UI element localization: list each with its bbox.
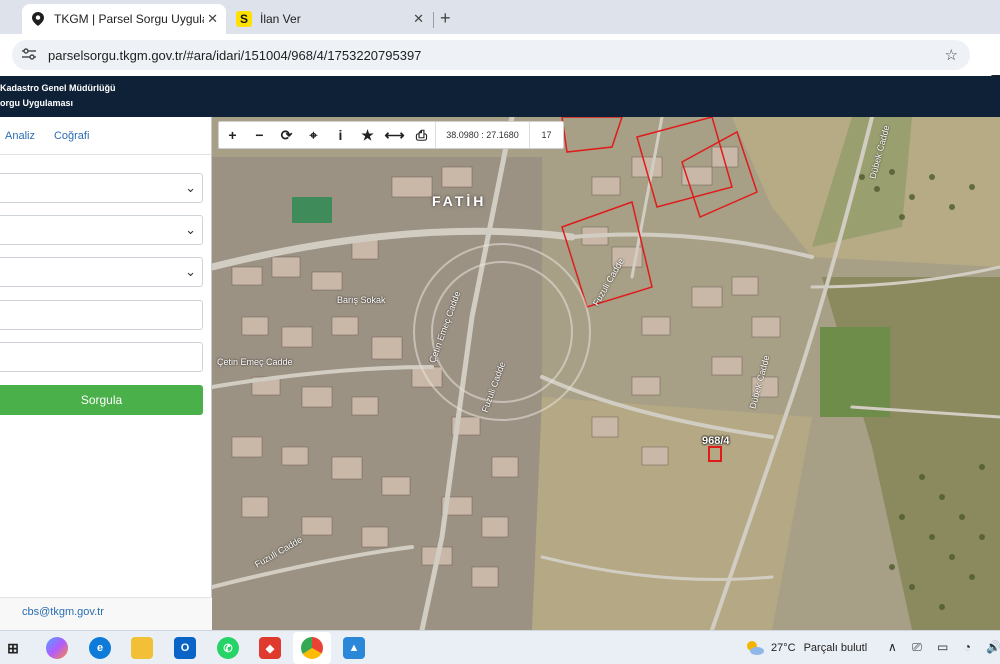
weather-text: Parçalı bulutl bbox=[803, 642, 868, 654]
address-bar-area: parselsorgu.tkgm.gov.tr/#ara/idari/15100… bbox=[0, 34, 1000, 99]
whatsapp-icon[interactable]: ✆ bbox=[217, 637, 239, 659]
satellite-map[interactable]: + − ⟳ ⌖ i ★ ⟷ ⎙ 38.0980 : 27.1680 17 FAT… bbox=[212, 117, 1000, 630]
site-settings-icon[interactable] bbox=[22, 47, 38, 63]
tab-analiz[interactable]: Analiz bbox=[5, 130, 35, 142]
sahibinden-s-icon: S bbox=[236, 11, 252, 27]
sidebar-footer: cbs@tkgm.gov.tr bbox=[0, 597, 212, 630]
browser-tab-bar: TKGM | Parsel Sorgu Uygulaması ✕ S İlan … bbox=[0, 0, 1000, 34]
measure-icon[interactable]: ⟷ bbox=[381, 122, 408, 148]
new-tab-button[interactable]: + bbox=[440, 8, 451, 29]
tab-ilan-ver[interactable]: S İlan Ver ✕ bbox=[228, 4, 432, 34]
header-title: Kadastro Genel Müdürlüğü bbox=[0, 83, 116, 93]
map-imagery bbox=[212, 117, 1000, 630]
copilot-icon[interactable] bbox=[46, 637, 68, 659]
refresh-icon[interactable]: ⟳ bbox=[273, 122, 300, 148]
locate-icon[interactable]: ⌖ bbox=[300, 122, 327, 148]
photos-icon[interactable]: ▲ bbox=[343, 637, 365, 659]
tab-separator bbox=[433, 12, 434, 28]
sidebar-tabs: Analiz Coğrafi bbox=[0, 117, 211, 155]
coordinate-readout: 38.0980 : 27.1680 bbox=[435, 122, 529, 148]
tab-tkgm[interactable]: TKGM | Parsel Sorgu Uygulaması ✕ bbox=[22, 4, 226, 34]
header-subtitle: orgu Uygulaması bbox=[0, 98, 74, 108]
chevron-down-icon: ⌄ bbox=[185, 264, 196, 279]
anydesk-icon[interactable]: ◆ bbox=[259, 637, 281, 659]
parcel-input[interactable] bbox=[0, 342, 203, 372]
close-icon[interactable]: ✕ bbox=[207, 11, 218, 27]
tab-title: İlan Ver bbox=[260, 12, 301, 26]
location-pin-icon bbox=[30, 11, 46, 27]
tab-cografi[interactable]: Coğrafi bbox=[54, 130, 89, 142]
chevron-down-icon: ⌄ bbox=[185, 222, 196, 237]
zoom-in-icon[interactable]: + bbox=[219, 122, 246, 148]
weather-widget[interactable]: 27°C Parçalı bulutl bbox=[745, 640, 867, 656]
sorgula-button[interactable]: Sorgula bbox=[0, 385, 203, 415]
bookmark-star-icon[interactable]: ☆ bbox=[945, 46, 958, 64]
zoom-out-icon[interactable]: − bbox=[246, 122, 273, 148]
outlook-icon[interactable]: O bbox=[174, 637, 196, 659]
chevron-down-icon: ⌄ bbox=[185, 180, 196, 195]
print-icon[interactable]: ⎙ bbox=[408, 122, 435, 148]
zoom-level-readout: 17 bbox=[529, 122, 563, 148]
omnibox[interactable]: parselsorgu.tkgm.gov.tr/#ara/idari/15100… bbox=[12, 40, 970, 70]
partly-cloudy-icon bbox=[747, 641, 764, 655]
close-icon[interactable]: ✕ bbox=[413, 11, 424, 27]
star-icon[interactable]: ★ bbox=[354, 122, 381, 148]
os-taskbar: ⊞ e O ✆ ◆ ▲ 27°C Parçalı bulutl ∧ ⎚ ▭ ◔ … bbox=[0, 630, 1000, 664]
app-header: Kadastro Genel Müdürlüğü orgu Uygulaması bbox=[0, 76, 1000, 117]
selected-parcel-label[interactable]: 968/4 bbox=[702, 435, 730, 447]
task-view-icon[interactable]: ⊞ bbox=[2, 637, 24, 659]
info-icon[interactable]: i bbox=[327, 122, 354, 148]
street-label: Barış Sokak bbox=[337, 295, 386, 305]
street-label: Çetin Emeç Cadde bbox=[217, 357, 293, 367]
system-tray[interactable]: ∧ ⎚ ▭ ◔ 🔊 bbox=[888, 640, 1000, 655]
url-text[interactable]: parselsorgu.tkgm.gov.tr/#ara/idari/15100… bbox=[48, 48, 421, 63]
block-input[interactable] bbox=[0, 300, 203, 330]
map-toolbar: + − ⟳ ⌖ i ★ ⟷ ⎙ 38.0980 : 27.1680 17 bbox=[218, 121, 564, 149]
district-select[interactable]: ⌄ bbox=[0, 215, 203, 245]
neighborhood-select[interactable]: ⌄ bbox=[0, 257, 203, 287]
province-select[interactable]: ⌄ bbox=[0, 173, 203, 203]
file-explorer-icon[interactable] bbox=[131, 637, 153, 659]
neighborhood-label: FATİH bbox=[432, 193, 487, 209]
contact-email-link[interactable]: cbs@tkgm.gov.tr bbox=[22, 606, 104, 618]
temperature: 27°C bbox=[771, 642, 796, 654]
edge-browser-icon[interactable]: e bbox=[89, 637, 111, 659]
chrome-icon[interactable] bbox=[301, 637, 323, 659]
query-sidebar: Analiz Coğrafi ⌄ ⌄ ⌄ Sorgula cbs@tkgm.go… bbox=[0, 117, 212, 630]
tab-title: TKGM | Parsel Sorgu Uygulaması bbox=[54, 12, 204, 26]
